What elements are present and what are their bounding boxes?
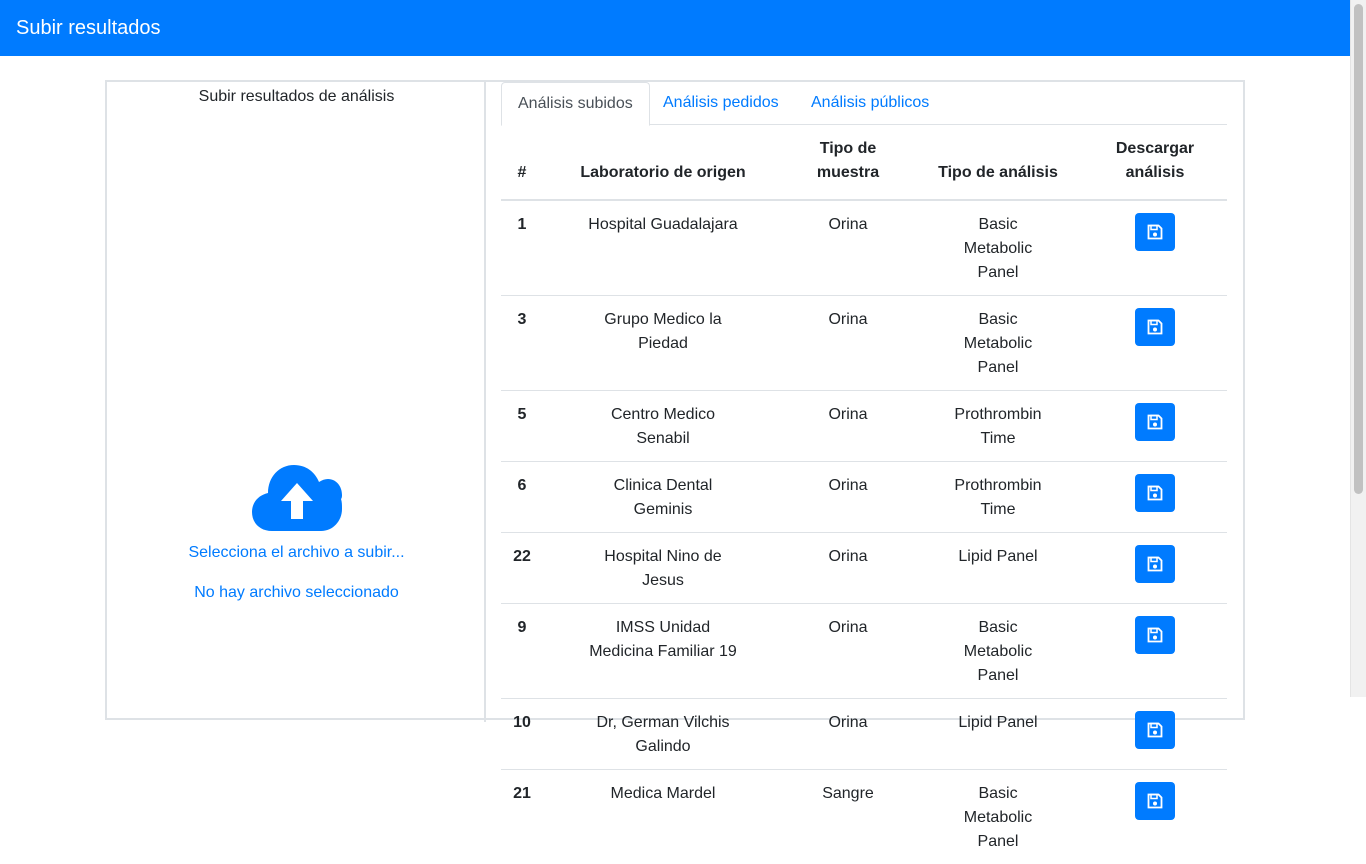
select-file-link[interactable]: Selecciona el archivo a subir... (107, 544, 486, 562)
cell-download (1083, 200, 1227, 296)
upload-panel: Subir resultados de análisis Selecciona … (107, 82, 486, 722)
header-download-line2: análisis (1126, 164, 1185, 181)
cell-download (1083, 699, 1227, 770)
cell-sample: Orina (783, 604, 913, 699)
cell-sample: Orina (783, 699, 913, 770)
table-row: 10 Dr, German Vilchis Galindo Orina Lipi… (501, 699, 1227, 770)
navbar: Subir resultados (0, 0, 1350, 56)
header-num: # (501, 125, 543, 200)
cell-download (1083, 296, 1227, 391)
cell-type: Basic Metabolic Panel (913, 770, 1083, 864)
cell-num: 21 (501, 770, 543, 864)
cloud-upload-icon[interactable] (252, 465, 342, 531)
tab-analisis-subidos[interactable]: Análisis subidos (501, 82, 650, 126)
cell-num: 1 (501, 200, 543, 296)
table-row: 1 Hospital Guadalajara Orina Basic Metab… (501, 200, 1227, 296)
table-row: 6 Clinica Dental Geminis Orina Prothromb… (501, 462, 1227, 533)
download-button[interactable] (1135, 711, 1175, 749)
floppy-disk-icon (1147, 627, 1163, 643)
floppy-disk-icon (1147, 793, 1163, 809)
table-row: 9 IMSS Unidad Medicina Familiar 19 Orina… (501, 604, 1227, 699)
table-row: 22 Hospital Nino de Jesus Orina Lipid Pa… (501, 533, 1227, 604)
download-button[interactable] (1135, 616, 1175, 654)
download-button[interactable] (1135, 308, 1175, 346)
cell-sample: Orina (783, 462, 913, 533)
cell-num: 6 (501, 462, 543, 533)
download-button[interactable] (1135, 545, 1175, 583)
cell-lab: Centro Medico Senabil (543, 391, 783, 462)
header-sample: Tipo de muestra (783, 125, 913, 200)
cell-lab: Clinica Dental Geminis (543, 462, 783, 533)
cell-sample: Orina (783, 533, 913, 604)
cell-download (1083, 533, 1227, 604)
table-row: 3 Grupo Medico la Piedad Orina Basic Met… (501, 296, 1227, 391)
results-panel: Análisis subidos Análisis pedidos Anális… (501, 82, 1229, 722)
header-download-line1: Descargar (1116, 140, 1194, 157)
tab-analisis-pedidos[interactable]: Análisis pedidos (647, 82, 795, 125)
cell-num: 5 (501, 391, 543, 462)
table-row: 5 Centro Medico Senabil Orina Prothrombi… (501, 391, 1227, 462)
scrollbar-thumb[interactable] (1354, 4, 1363, 494)
floppy-disk-icon (1147, 319, 1163, 335)
cell-lab: IMSS Unidad Medicina Familiar 19 (543, 604, 783, 699)
cell-download (1083, 770, 1227, 864)
cell-sample: Orina (783, 200, 913, 296)
download-button[interactable] (1135, 403, 1175, 441)
header-lab: Laboratorio de origen (543, 125, 783, 200)
results-tabs: Análisis subidos Análisis pedidos Anális… (501, 82, 1227, 125)
cell-type: Prothrombin Time (913, 462, 1083, 533)
cell-download (1083, 391, 1227, 462)
download-button[interactable] (1135, 213, 1175, 251)
cell-download (1083, 462, 1227, 533)
download-button[interactable] (1135, 474, 1175, 512)
cell-type: Prothrombin Time (913, 391, 1083, 462)
cell-sample: Orina (783, 391, 913, 462)
cell-lab: Hospital Guadalajara (543, 200, 783, 296)
cell-type: Basic Metabolic Panel (913, 200, 1083, 296)
cell-type: Basic Metabolic Panel (913, 604, 1083, 699)
table-row: 21 Medica Mardel Sangre Basic Metabolic … (501, 770, 1227, 864)
cell-type: Lipid Panel (913, 699, 1083, 770)
floppy-disk-icon (1147, 485, 1163, 501)
cell-num: 3 (501, 296, 543, 391)
cell-sample: Orina (783, 296, 913, 391)
no-file-selected-label: No hay archivo seleccionado (107, 584, 486, 602)
results-table: # Laboratorio de origen Tipo de muestra … (501, 125, 1227, 864)
cell-type: Lipid Panel (913, 533, 1083, 604)
cell-num: 9 (501, 604, 543, 699)
cell-num: 10 (501, 699, 543, 770)
table-header-row: # Laboratorio de origen Tipo de muestra … (501, 125, 1227, 200)
header-sample-line2: muestra (817, 164, 879, 181)
cell-lab: Grupo Medico la Piedad (543, 296, 783, 391)
floppy-disk-icon (1147, 722, 1163, 738)
floppy-disk-icon (1147, 556, 1163, 572)
cell-sample: Sangre (783, 770, 913, 864)
cell-download (1083, 604, 1227, 699)
navbar-title: Subir resultados (16, 17, 161, 39)
cell-lab: Medica Mardel (543, 770, 783, 864)
floppy-disk-icon (1147, 224, 1163, 240)
tab-analisis-publicos[interactable]: Análisis públicos (795, 82, 945, 125)
cell-lab: Hospital Nino de Jesus (543, 533, 783, 604)
cell-lab: Dr, German Vilchis Galindo (543, 699, 783, 770)
main-container: Subir resultados de análisis Selecciona … (105, 80, 1245, 720)
download-button[interactable] (1135, 782, 1175, 820)
header-sample-line1: Tipo de (820, 140, 877, 157)
header-type: Tipo de análisis (913, 125, 1083, 200)
cell-type: Basic Metabolic Panel (913, 296, 1083, 391)
header-download: Descargar análisis (1083, 125, 1227, 200)
upload-title: Subir resultados de análisis (107, 88, 486, 106)
floppy-disk-icon (1147, 414, 1163, 430)
page-scrollbar[interactable] (1350, 0, 1366, 697)
cell-num: 22 (501, 533, 543, 604)
